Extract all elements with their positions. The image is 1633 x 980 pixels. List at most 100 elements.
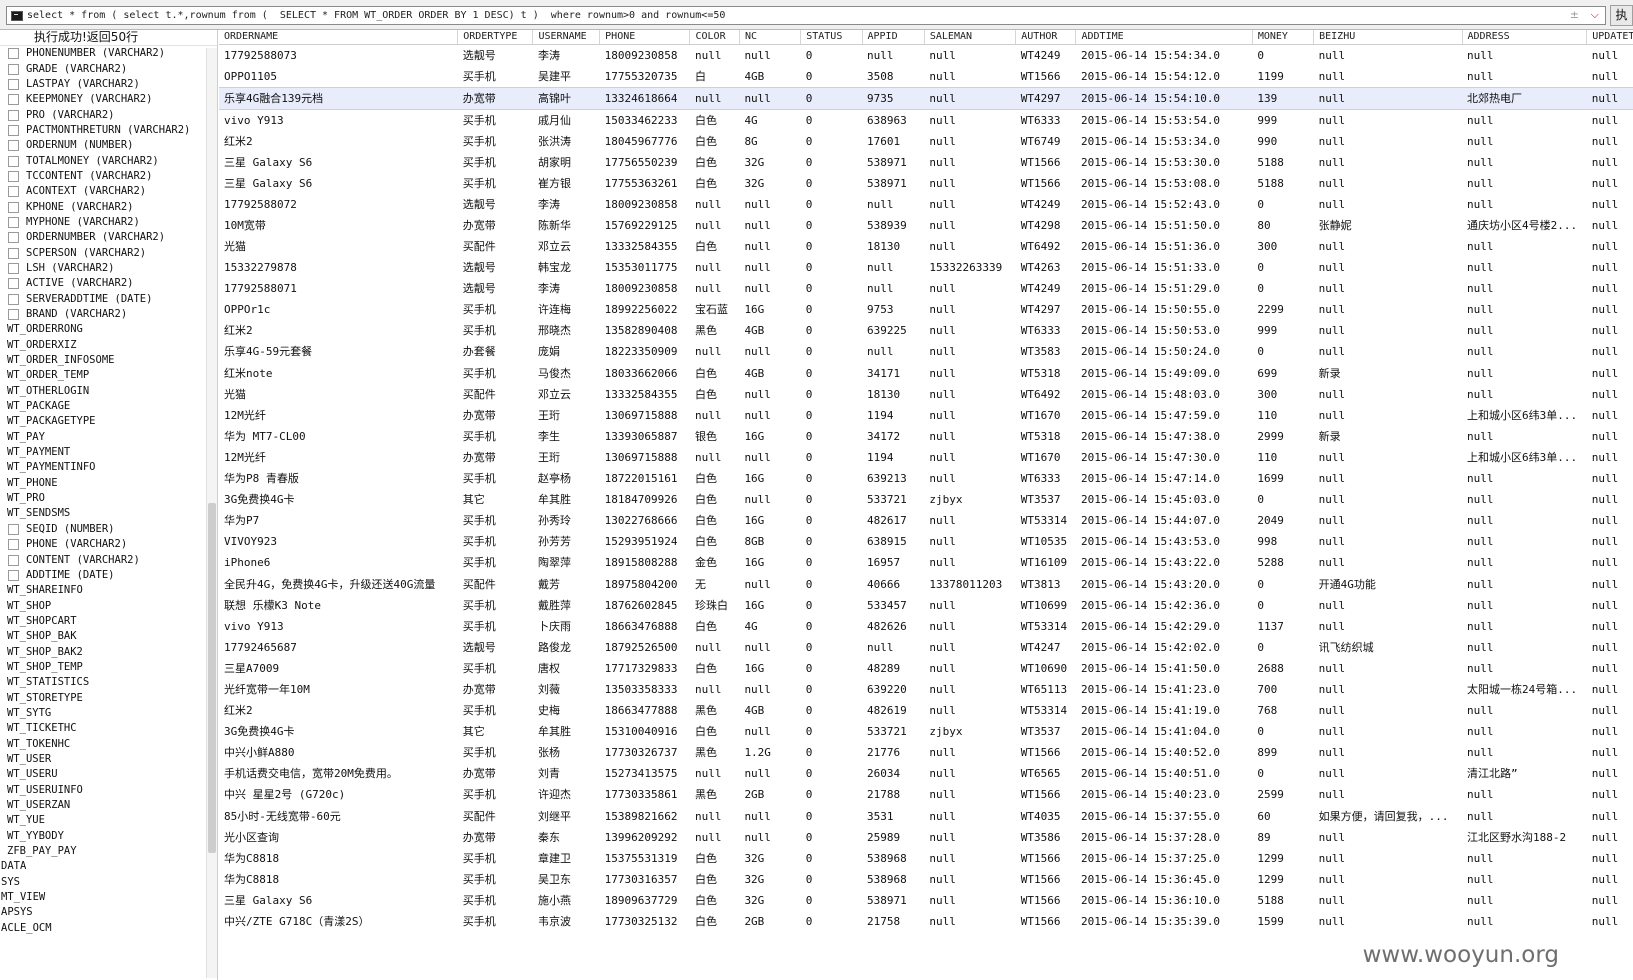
table-cell[interactable]: 买手机 (458, 426, 533, 447)
table-cell[interactable]: 13332584355 (600, 236, 690, 257)
table-cell[interactable]: WT1566 (1016, 890, 1076, 911)
table-cell[interactable]: 张杨 (533, 742, 600, 763)
table-cell[interactable]: null (924, 363, 1015, 384)
table-cell[interactable]: 买手机 (458, 109, 533, 131)
table-row[interactable]: 3G免费换4G卡 其它 牟其胜 18184709926 白色 null 0 533721 zjb… (219, 489, 1633, 510)
table-cell[interactable]: null (1587, 637, 1633, 658)
tree-column-node[interactable]: LSH (VARCHAR2) (0, 261, 206, 276)
table-cell[interactable]: 许迎杰 (533, 784, 600, 805)
table-cell[interactable]: 538971 (862, 890, 924, 911)
table-cell[interactable]: 白色 (690, 890, 739, 911)
table-cell[interactable]: 白色 (690, 911, 739, 932)
table-cell[interactable]: null (1587, 131, 1633, 152)
table-cell[interactable]: WT16109 (1016, 552, 1076, 573)
table-cell[interactable]: 中兴小鲜A880 (219, 742, 458, 763)
table-row[interactable]: 华为P7 买手机 孙秀玲 13022768666 白色 16G 0 482617 null WT5… (219, 510, 1633, 531)
table-cell[interactable]: OPPO1105 (219, 66, 458, 88)
table-cell[interactable]: 10M宽带 (219, 215, 458, 236)
table-cell[interactable]: null (1314, 742, 1462, 763)
table-cell[interactable]: 买手机 (458, 320, 533, 341)
table-cell[interactable]: 王珩 (533, 405, 600, 426)
tree-table-node[interactable]: WT_STORETYPE (0, 690, 206, 705)
table-cell[interactable]: 9753 (862, 299, 924, 320)
table-cell[interactable]: 陈新华 (533, 215, 600, 236)
table-cell[interactable]: 17792588073 (219, 44, 458, 66)
table-cell[interactable]: null (1587, 784, 1633, 805)
table-cell[interactable]: 2015-06-14 15:51:36.0 (1076, 236, 1252, 257)
column-header[interactable]: STATUS (800, 30, 863, 45)
table-cell[interactable]: null (1314, 848, 1462, 869)
tree-table-node[interactable]: WT_YUE (0, 813, 206, 828)
table-cell[interactable]: null (690, 763, 739, 784)
table-cell[interactable]: 1299 (1252, 848, 1313, 869)
table-cell[interactable]: 白色 (690, 848, 739, 869)
table-row[interactable]: 红米2 买手机 邢晓杰 13582890408 黑色 4GB 0 639225 null WT63… (219, 320, 1633, 341)
table-cell[interactable]: 红米2 (219, 320, 458, 341)
table-cell[interactable]: null (924, 763, 1015, 784)
table-row[interactable]: 12M光纤 办宽带 王珩 13069715888 null null 0 1194 null WT… (219, 447, 1633, 468)
table-cell[interactable]: 2015-06-14 15:50:24.0 (1076, 341, 1252, 362)
table-cell[interactable]: 0 (801, 911, 862, 932)
table-cell[interactable]: 白色 (690, 658, 739, 679)
table-cell[interactable]: WT4035 (1016, 806, 1076, 827)
table-cell[interactable]: 17755320735 (600, 66, 690, 88)
table-cell[interactable]: 0 (801, 700, 862, 721)
table-cell[interactable]: 张洪涛 (533, 131, 600, 152)
table-cell[interactable]: 2015-06-14 15:53:30.0 (1076, 152, 1252, 173)
table-cell[interactable]: 18663477888 (600, 700, 690, 721)
table-cell[interactable]: null (690, 806, 739, 827)
table-cell[interactable]: 0 (801, 447, 862, 468)
table-cell[interactable]: 17756550239 (600, 152, 690, 173)
table-cell[interactable]: null (1587, 806, 1633, 827)
table-cell[interactable]: 0 (801, 173, 862, 194)
tree-table-node[interactable]: WT_PACKAGE (0, 399, 206, 414)
table-row[interactable]: 15332279878 选靓号 韩宝龙 15353011775 null null 0 nul… (219, 257, 1633, 278)
tree-table-node[interactable]: WT_SHOP_BAK (0, 629, 206, 644)
table-cell[interactable]: 2015-06-14 15:54:10.0 (1075, 86, 1253, 110)
tree-table-node[interactable]: ZFB_PAY_PAY (0, 844, 206, 859)
table-cell[interactable]: null (1462, 278, 1587, 299)
table-cell[interactable]: 2015-06-14 15:43:53.0 (1076, 531, 1252, 552)
table-row[interactable]: 全民升4G，免费换4G卡，升级还送40G流量 买配件 戴芳 18975804200 无 n… (219, 573, 1633, 594)
table-cell[interactable]: WT3813 (1016, 573, 1076, 594)
table-cell[interactable]: 18130 (862, 236, 924, 257)
table-cell[interactable]: null (1314, 510, 1462, 531)
table-cell[interactable]: null (1314, 616, 1462, 637)
tree-table-node[interactable]: WT_PACKAGETYPE (0, 414, 206, 429)
table-cell[interactable]: 2015-06-14 15:37:25.0 (1076, 848, 1252, 869)
table-cell[interactable]: null (1587, 679, 1633, 700)
table-cell[interactable]: 15332279878 (219, 257, 458, 278)
table-cell[interactable]: 2015-06-14 15:35:39.0 (1076, 911, 1252, 932)
table-cell[interactable]: null (1462, 384, 1587, 405)
table-cell[interactable]: 0 (801, 194, 862, 215)
table-cell[interactable]: null (1314, 320, 1462, 341)
table-cell[interactable]: WT4298 (1016, 215, 1076, 236)
tree-table-node[interactable]: WT_YYBODY (0, 829, 206, 844)
table-cell[interactable]: 黑色 (690, 784, 739, 805)
table-cell[interactable]: 2015-06-14 15:50:55.0 (1076, 299, 1252, 320)
table-cell[interactable]: WT1566 (1016, 848, 1076, 869)
table-cell[interactable]: 孙秀玲 (533, 510, 600, 531)
table-cell[interactable]: 0 (801, 510, 862, 531)
table-cell[interactable]: null (1587, 278, 1633, 299)
table-cell[interactable]: null (924, 531, 1015, 552)
table-cell[interactable]: null (924, 806, 1015, 827)
table-cell[interactable]: 999 (1252, 320, 1313, 341)
table-row[interactable]: 华为C8818 买手机 章建卫 15375531319 白色 32G 0 538968 null… (219, 848, 1633, 869)
table-cell[interactable]: 4G (739, 616, 800, 637)
table-cell[interactable]: 18762602845 (600, 595, 690, 616)
tree-table-node[interactable]: WT_STATISTICS (0, 675, 206, 690)
table-cell[interactable]: 3508 (862, 66, 924, 88)
table-cell[interactable]: 选靓号 (458, 637, 533, 658)
table-row[interactable]: 联想 乐檬K3 Note 买手机 戴胜萍 18762602845 珍珠白 16G 0 5334… (219, 595, 1633, 616)
table-cell[interactable]: null (1587, 363, 1633, 384)
table-cell[interactable]: null (739, 236, 800, 257)
table-row[interactable]: vivo Y913 买手机 卜庆雨 18663476888 白色 4G 0 482626 nul… (219, 616, 1633, 637)
table-cell[interactable]: 张静妮 (1314, 215, 1462, 236)
table-cell[interactable]: WT1670 (1016, 447, 1076, 468)
table-cell[interactable]: 韩宝龙 (533, 257, 600, 278)
table-cell[interactable]: null (924, 447, 1015, 468)
tree-column-node[interactable]: BRAND (VARCHAR2) (0, 307, 206, 322)
table-cell[interactable]: 卜庆雨 (533, 616, 600, 637)
table-cell[interactable]: 3531 (862, 806, 924, 827)
